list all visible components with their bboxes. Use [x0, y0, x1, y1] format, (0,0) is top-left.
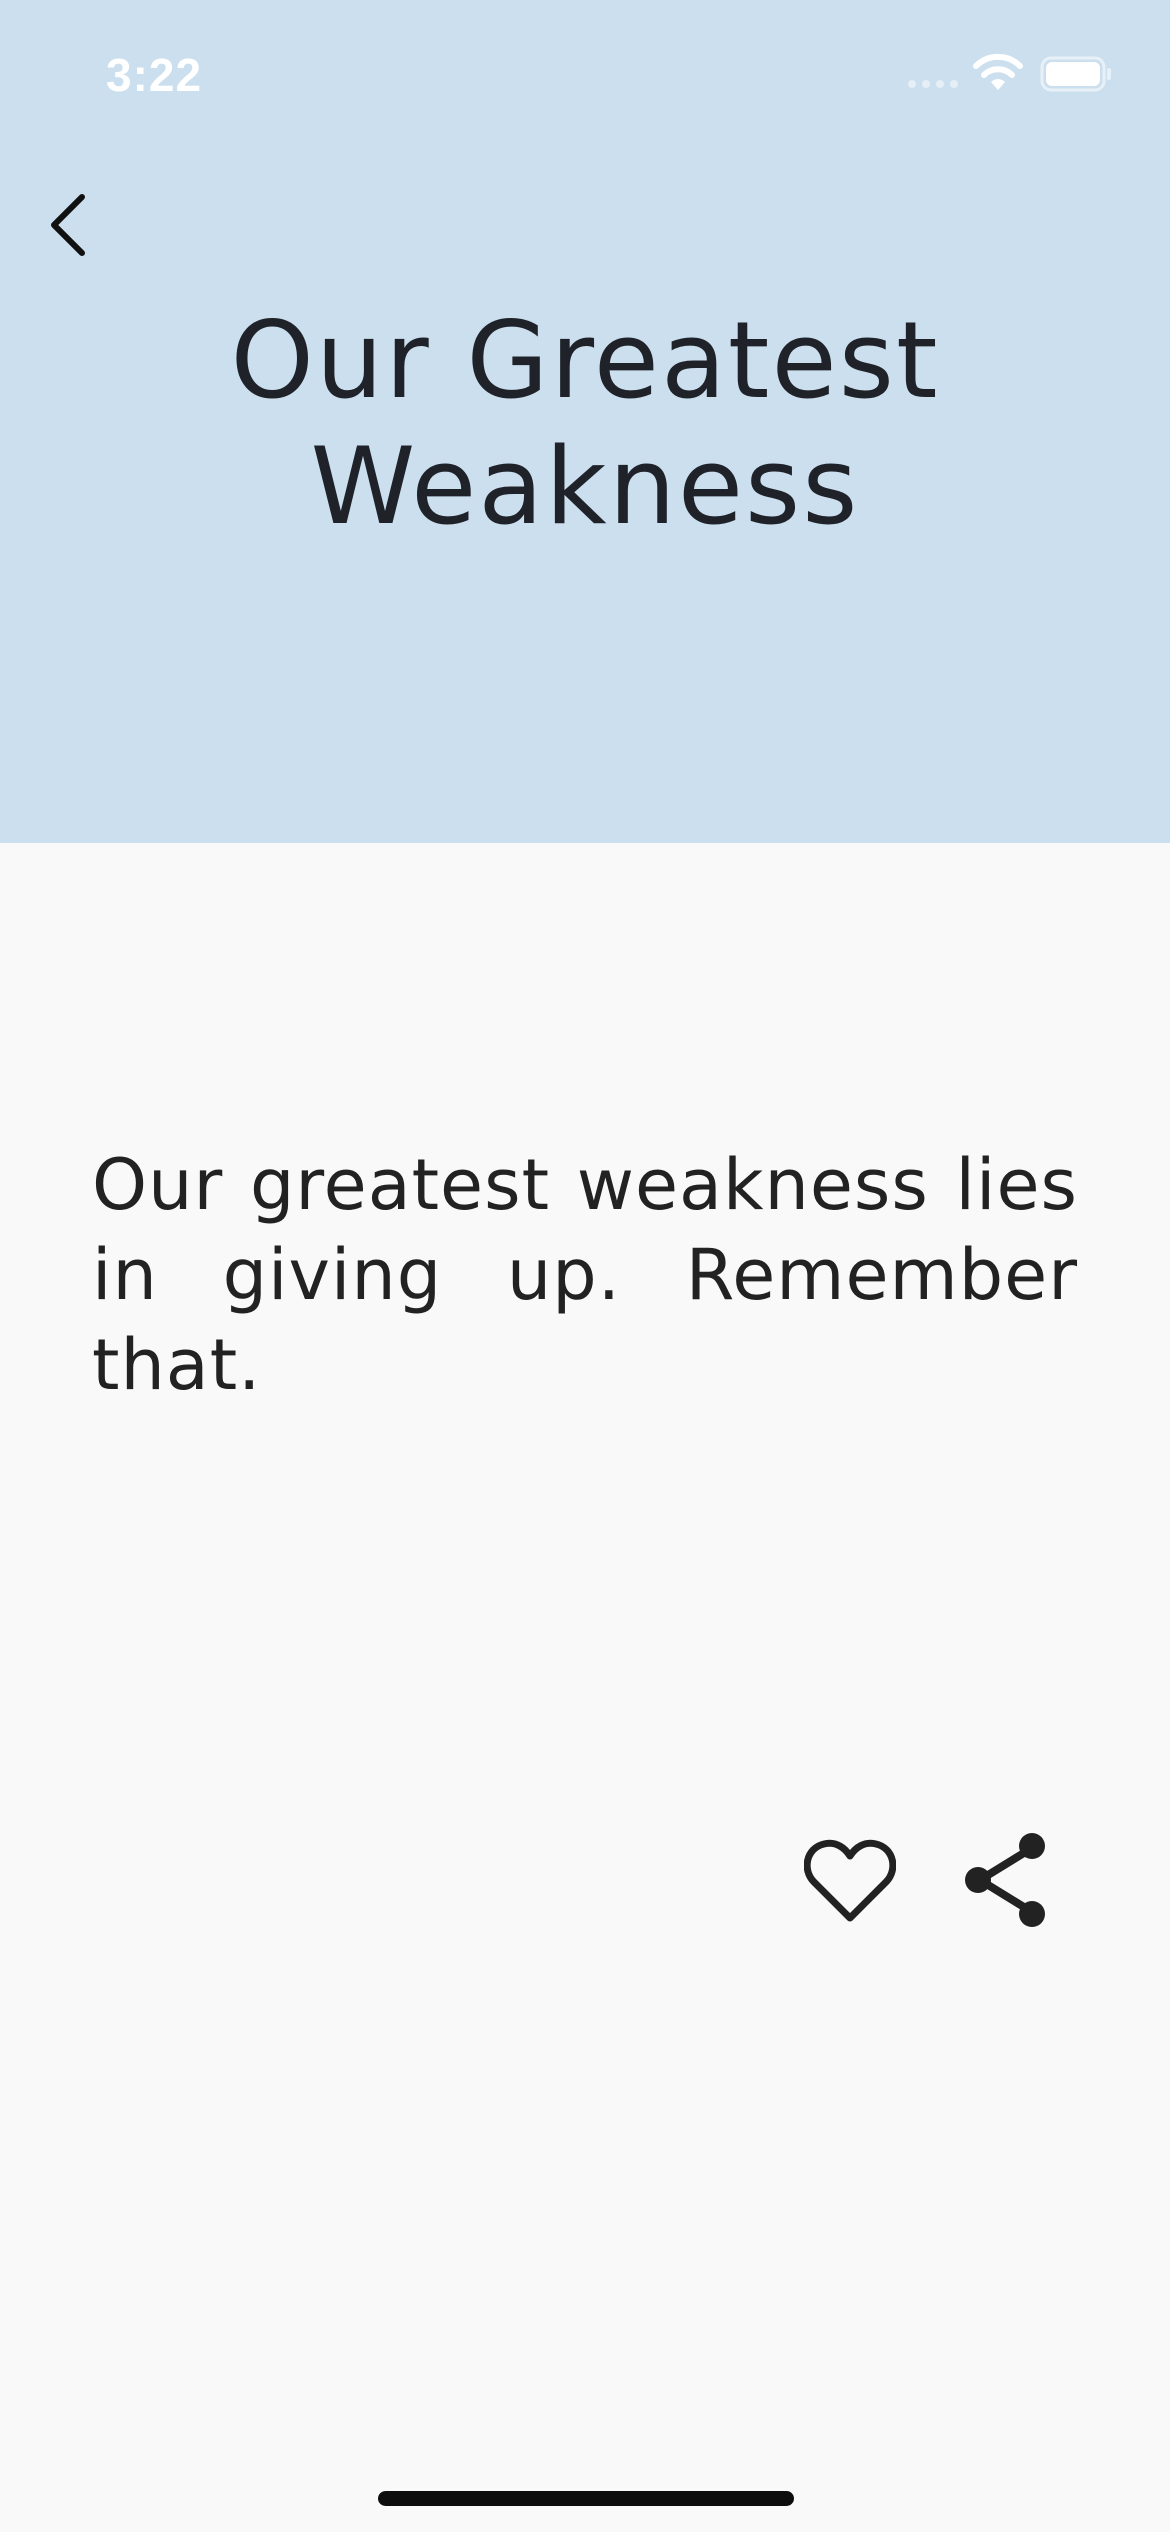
- heart-outline-icon: [804, 1839, 896, 1922]
- quote-text: Our greatest weakness lies in giving up.…: [92, 1144, 1078, 1406]
- chevron-left-icon: [51, 194, 85, 256]
- share-button[interactable]: [955, 1830, 1055, 1930]
- header: 3:22 Our Greatest Weakness: [0, 0, 1170, 843]
- wifi-icon: [973, 53, 1023, 90]
- page-title: Our Greatest Weakness: [230, 299, 940, 548]
- back-button[interactable]: [38, 185, 98, 265]
- share-icon: [965, 1833, 1045, 1927]
- status-bar: 3:22: [0, 0, 1170, 140]
- home-indicator[interactable]: [378, 2491, 794, 2506]
- like-button[interactable]: [800, 1830, 900, 1930]
- cellular-signal-icon: [908, 80, 958, 88]
- status-time: 3:22: [106, 49, 203, 101]
- battery-icon: [1040, 56, 1111, 92]
